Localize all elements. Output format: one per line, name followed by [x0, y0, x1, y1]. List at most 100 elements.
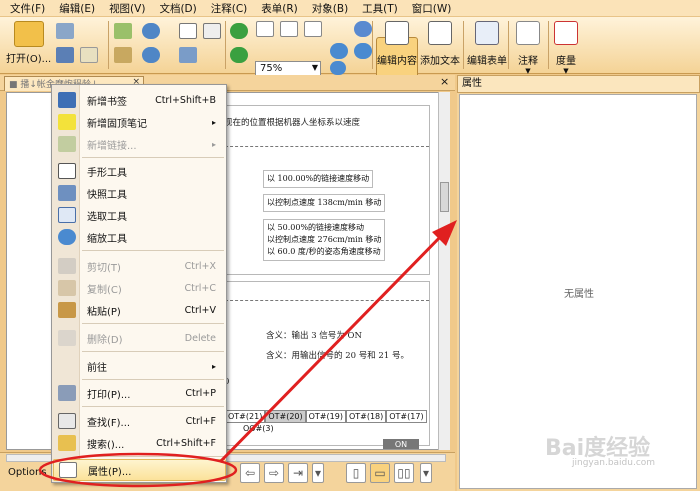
single-page-icon[interactable]: ▯ — [346, 463, 366, 483]
measure-icon — [554, 21, 578, 45]
menu-item-label: 快照工具 — [87, 189, 127, 201]
menu-window[interactable]: 窗口(W) — [412, 1, 452, 16]
redo-icon[interactable] — [142, 47, 160, 63]
fit-page-icon[interactable] — [280, 21, 298, 37]
menu-form[interactable]: 表单(R) — [261, 1, 298, 16]
divider — [220, 146, 429, 147]
menu-item-properties[interactable]: 属性(P)... — [53, 459, 226, 481]
menu-file[interactable]: 文件(F) — [10, 1, 45, 16]
menu-item-label: 打印(P)... — [87, 389, 131, 401]
paste-icon — [58, 302, 76, 318]
close-icon[interactable]: × — [440, 75, 449, 88]
chevron-down-icon: ▼ — [311, 63, 318, 72]
edit-content-icon — [385, 21, 409, 45]
menu-separator — [82, 379, 224, 380]
menu-item-add-sticky-note[interactable]: 新增固顶笔记 ▸ — [53, 111, 226, 133]
next-page-icon[interactable]: ⇨ — [264, 463, 284, 483]
add-text-button[interactable]: 添加文本 — [420, 21, 460, 67]
menu-item-paste[interactable]: 粘贴(P) Ctrl+V — [53, 299, 226, 321]
chevron-down-icon[interactable]: ▾ — [312, 463, 324, 483]
email-icon[interactable] — [80, 47, 98, 63]
menu-view[interactable]: 视图(V) — [109, 1, 145, 16]
rotate-left-icon[interactable] — [230, 23, 248, 39]
zoom-value: 75% — [260, 63, 283, 74]
menu-item-find[interactable]: 查找(F)... Ctrl+F — [53, 410, 226, 432]
comment-button[interactable]: 注释 ▼ — [516, 21, 540, 75]
zoom-tool-icon[interactable] — [354, 21, 372, 37]
menu-item-add-bookmark[interactable]: 新增书签 Ctrl+Shift+B — [53, 89, 226, 111]
save-icon[interactable] — [56, 47, 74, 63]
zoom-out-icon[interactable] — [330, 43, 348, 59]
print-icon[interactable] — [56, 23, 74, 39]
doc-box-multi: 以 50.00%的链接速度移动 以控制点速度 276cm/min 移动 以 60… — [263, 219, 386, 261]
doc-text: 现在的位置根据机器人坐标系以速度 — [224, 118, 361, 128]
add-text-icon — [428, 21, 452, 45]
menu-object[interactable]: 对象(B) — [312, 1, 348, 16]
menu-item-zoom-tool[interactable]: 缩放工具 — [53, 226, 226, 248]
menu-item-go-to[interactable]: 前往 ▸ — [53, 355, 226, 377]
rotate-right-icon[interactable] — [230, 47, 248, 63]
menu-item-add-link[interactable]: 新增链接... ▸ — [53, 133, 226, 155]
menu-tools[interactable]: 工具(T) — [362, 1, 398, 16]
copy-icon[interactable] — [114, 23, 132, 39]
continuous-page-icon[interactable]: ▭ — [370, 463, 390, 483]
menu-item-label: 缩放工具 — [87, 233, 127, 245]
zoom-in-icon[interactable] — [330, 61, 346, 75]
properties-panel: 属性 无属性 — [457, 75, 700, 491]
fit-width-icon[interactable] — [304, 21, 322, 37]
menu-item-label: 复制(C) — [87, 284, 122, 296]
printer-icon — [58, 385, 76, 401]
menu-item-shortcut: Ctrl+P — [185, 387, 216, 399]
menu-document[interactable]: 文档(D) — [159, 1, 196, 16]
menu-item-select-tool[interactable]: 选取工具 — [53, 204, 226, 226]
open-label: 打开(O)... — [6, 54, 52, 65]
copy-icon — [58, 280, 76, 296]
add-text-label: 添加文本 — [420, 56, 460, 67]
submenu-arrow-icon: ▸ — [211, 361, 216, 371]
doc-text: 以 50.00%的链接速度移动 — [267, 223, 365, 232]
select-text-icon[interactable] — [203, 23, 221, 39]
options-label[interactable]: Options — [8, 467, 47, 478]
menu-item-shortcut: Ctrl+Shift+B — [155, 94, 216, 106]
menu-item-label: 粘贴(P) — [87, 306, 121, 318]
menu-item-shortcut: Ctrl+X — [184, 260, 216, 272]
toolbar: 打开(O)... 75% ▼ 编辑内容 添加文本 编辑表单 注释 ▼ 度量 ▼ — [0, 17, 700, 87]
table-cell: OT#(18) — [345, 410, 387, 423]
open-button[interactable]: 打开(O)... — [6, 21, 51, 65]
scrollbar-thumb[interactable] — [440, 182, 449, 212]
menu-item-delete[interactable]: 删除(D) Delete — [53, 327, 226, 349]
menu-comment[interactable]: 注释(C) — [211, 1, 248, 16]
hand-tool-icon[interactable] — [179, 23, 197, 39]
submenu-arrow-icon: ▸ — [211, 139, 216, 149]
doc-box: 以 100.00%的链接速度移动 — [263, 170, 374, 188]
context-menu: 新增书签 Ctrl+Shift+B 新增固顶笔记 ▸ 新增链接... ▸ 手形工… — [51, 84, 227, 483]
chevron-down-icon[interactable]: ▾ — [420, 463, 432, 483]
paste-icon[interactable] — [114, 47, 132, 63]
chevron-down-icon: ▼ — [563, 67, 569, 75]
menu-item-label: 属性(P)... — [88, 466, 132, 478]
facing-pages-icon[interactable]: ▯▯ — [394, 463, 414, 483]
menu-item-hand-tool[interactable]: 手形工具 — [53, 160, 226, 182]
measure-button[interactable]: 度量 ▼ — [554, 21, 578, 75]
menu-item-shortcut: Ctrl+F — [185, 415, 216, 427]
menu-item-label: 剪切(T) — [87, 262, 121, 274]
menu-item-snapshot-tool[interactable]: 快照工具 — [53, 182, 226, 204]
edit-content-button[interactable]: 编辑内容 — [377, 21, 417, 67]
edit-form-button[interactable]: 编辑表单 — [467, 21, 507, 67]
actual-size-icon[interactable] — [256, 21, 274, 37]
last-page-icon[interactable]: ⇥ — [288, 463, 308, 483]
menu-item-print[interactable]: 打印(P)... Ctrl+P — [53, 382, 226, 404]
prev-page-icon[interactable]: ⇦ — [240, 463, 260, 483]
undo-icon[interactable] — [142, 23, 160, 39]
vertical-scrollbar[interactable] — [438, 92, 450, 450]
zoom-window-icon[interactable] — [354, 43, 372, 59]
menu-item-cut[interactable]: 剪切(T) Ctrl+X — [53, 255, 226, 277]
doc-box: 以控制点速度 138cm/min 移动 — [263, 194, 386, 212]
menu-separator — [82, 351, 224, 352]
folder-icon — [13, 21, 44, 47]
snapshot-icon[interactable] — [179, 47, 197, 63]
menu-item-shortcut: Ctrl+C — [184, 282, 217, 294]
menu-item-search[interactable]: 搜索()... Ctrl+Shift+F — [53, 432, 226, 454]
menu-edit[interactable]: 编辑(E) — [59, 1, 95, 16]
menu-item-copy[interactable]: 复制(C) Ctrl+C — [53, 277, 226, 299]
